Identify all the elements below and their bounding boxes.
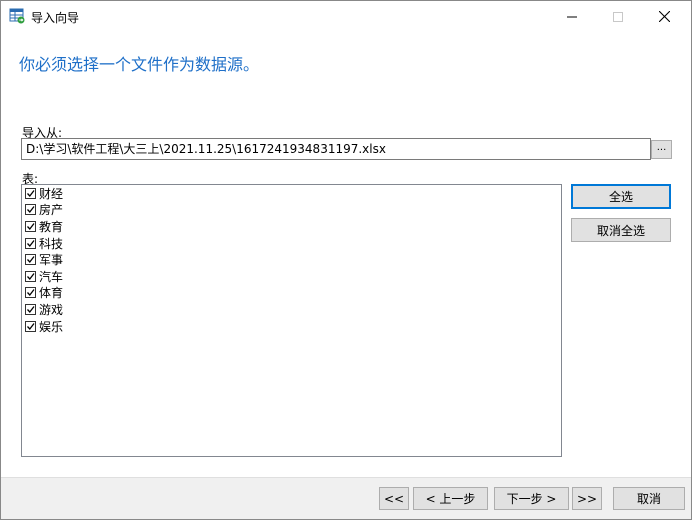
list-item-label: 房产 [39, 203, 64, 218]
close-icon [658, 11, 670, 22]
checkbox[interactable] [25, 287, 36, 299]
check-icon [27, 322, 35, 330]
page-heading: 你必须选择一个文件作为数据源。 [19, 55, 260, 74]
check-icon [27, 189, 35, 197]
list-item[interactable]: 财经 [22, 185, 561, 202]
checkbox[interactable] [25, 270, 36, 282]
list-item-label: 汽车 [39, 269, 64, 284]
list-item[interactable]: 娱乐 [22, 318, 561, 335]
check-icon [27, 256, 35, 264]
last-step-button[interactable]: >> [572, 487, 602, 510]
checkbox[interactable] [25, 237, 36, 249]
import-wizard-window: 导入向导 你必须选择一个文件作为数据源。 导入从: D:\学习\软件工程\大三上… [0, 0, 692, 520]
wizard-footer: << < 上一步 下一步 > >> 取消 [1, 477, 691, 519]
previous-step-button[interactable]: < 上一步 [413, 487, 488, 510]
checkbox[interactable] [25, 187, 36, 199]
list-item-label: 军事 [39, 253, 64, 268]
minimize-icon [567, 16, 577, 17]
list-item-label: 科技 [39, 236, 64, 251]
check-icon [27, 206, 35, 214]
minimize-button[interactable] [549, 1, 595, 32]
list-item[interactable]: 体育 [22, 285, 561, 302]
checkbox[interactable] [25, 204, 36, 216]
table-checklist[interactable]: 财经 房产 教育 科技 军事 汽车 体育 游戏 娱乐 [21, 184, 562, 457]
title-bar: 导入向导 [1, 1, 691, 32]
checkbox[interactable] [25, 320, 36, 332]
list-item-label: 财经 [39, 186, 64, 201]
check-icon [27, 239, 35, 247]
list-item[interactable]: 房产 [22, 202, 561, 219]
checkbox[interactable] [25, 303, 36, 315]
file-path-input[interactable]: D:\学习\软件工程\大三上\2021.11.25\16172419348311… [21, 138, 651, 160]
first-step-button[interactable]: << [379, 487, 409, 510]
check-icon [27, 289, 35, 297]
window-title: 导入向导 [31, 11, 80, 25]
maximize-button[interactable] [595, 1, 641, 32]
cancel-button[interactable]: 取消 [613, 487, 685, 510]
list-item-label: 教育 [39, 219, 64, 234]
check-icon [27, 306, 35, 313]
list-item-label: 体育 [39, 286, 64, 301]
list-item-label: 娱乐 [39, 319, 64, 334]
select-all-button[interactable]: 全选 [571, 184, 671, 209]
browse-button[interactable]: ... [651, 140, 672, 159]
checkbox[interactable] [25, 254, 36, 266]
list-item[interactable]: 军事 [22, 251, 561, 268]
maximize-icon [613, 11, 623, 22]
next-step-button[interactable]: 下一步 > [494, 487, 569, 510]
list-item[interactable]: 汽车 [22, 268, 561, 285]
close-button[interactable] [641, 1, 687, 32]
table-import-icon [9, 8, 25, 24]
deselect-all-button[interactable]: 取消全选 [571, 218, 671, 242]
list-item-label: 游戏 [39, 302, 64, 317]
check-icon [27, 223, 35, 230]
list-item[interactable]: 游戏 [22, 301, 561, 318]
checkbox[interactable] [25, 220, 36, 232]
list-item[interactable]: 科技 [22, 235, 561, 252]
list-item[interactable]: 教育 [22, 218, 561, 235]
check-icon [27, 272, 35, 280]
